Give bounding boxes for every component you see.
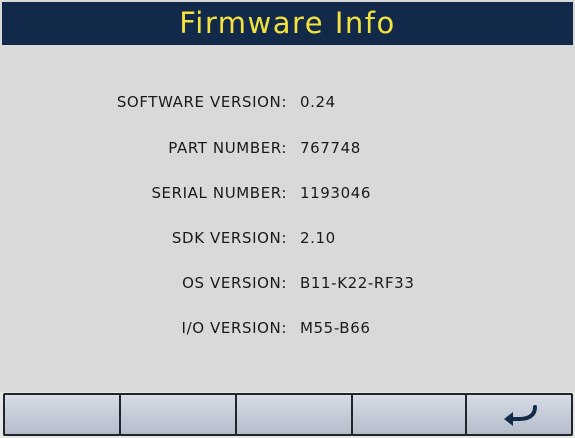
page-title: Firmware Info xyxy=(179,6,396,40)
firmware-info-screen: Firmware Info SOFTWARE VERSION: 0.24 PAR… xyxy=(0,0,575,438)
os-version-label: OS VERSION: xyxy=(182,274,287,292)
softkey-2[interactable] xyxy=(119,393,237,436)
back-button[interactable] xyxy=(465,393,573,436)
io-version-value: M55-B66 xyxy=(300,319,371,337)
back-arrow-icon xyxy=(504,405,537,426)
software-version-row: SOFTWARE VERSION: 0.24 xyxy=(0,93,575,113)
part-number-label: PART NUMBER: xyxy=(168,139,287,157)
serial-number-value: 1193046 xyxy=(300,184,372,202)
part-number-row: PART NUMBER: 767748 xyxy=(0,139,575,159)
io-version-label: I/O VERSION: xyxy=(181,319,287,337)
sdk-version-label: SDK VERSION: xyxy=(171,229,287,247)
software-version-value: 0.24 xyxy=(300,93,336,111)
os-version-row: OS VERSION: B11-K22-RF33 xyxy=(0,274,575,294)
sdk-version-value: 2.10 xyxy=(300,229,336,247)
serial-number-row: SERIAL NUMBER: 1193046 xyxy=(0,184,575,204)
title-bar: Firmware Info xyxy=(2,2,573,45)
io-version-row: I/O VERSION: M55-B66 xyxy=(0,319,575,339)
part-number-value: 767748 xyxy=(300,139,361,157)
softkey-3[interactable] xyxy=(235,393,353,436)
softkey-1[interactable] xyxy=(3,393,121,436)
serial-number-label: SERIAL NUMBER: xyxy=(151,184,287,202)
sdk-version-row: SDK VERSION: 2.10 xyxy=(0,229,575,249)
software-version-label: SOFTWARE VERSION: xyxy=(116,93,287,111)
os-version-value: B11-K22-RF33 xyxy=(300,274,415,292)
softkey-4[interactable] xyxy=(351,393,467,436)
